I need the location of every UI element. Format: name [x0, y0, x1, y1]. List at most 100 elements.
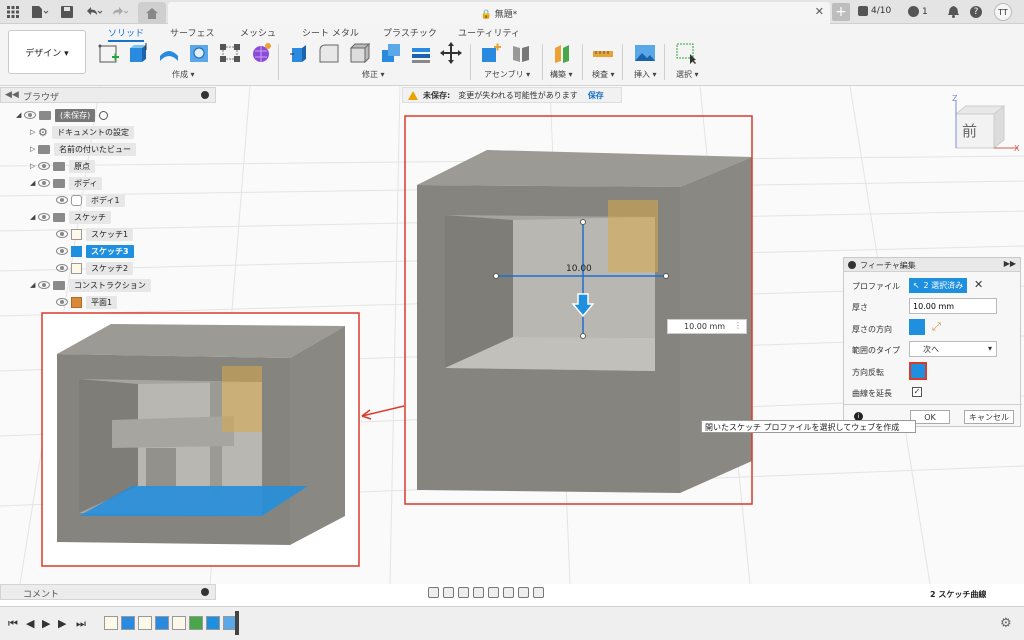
more-icon[interactable]: ⋮	[734, 321, 742, 330]
tree-item-bodies[interactable]: ◢ ボディ	[30, 176, 103, 190]
tab-sheet-metal[interactable]: シート メタル	[302, 26, 359, 39]
new-component-icon[interactable]	[480, 42, 502, 64]
flip-direction-button[interactable]	[909, 362, 927, 380]
create-form-icon[interactable]	[250, 42, 272, 64]
expand-icon[interactable]: ▷	[30, 145, 38, 153]
tree-item-named-views[interactable]: ▷ 名前の付いたビュー	[30, 142, 136, 156]
select-group-label[interactable]: 選択 ▾	[676, 69, 699, 80]
timeline-sketch-selected[interactable]	[206, 616, 220, 630]
create-sketch-icon[interactable]	[98, 42, 120, 64]
home-tab[interactable]	[138, 2, 166, 24]
bell-icon[interactable]	[948, 6, 959, 18]
expand-icon[interactable]: ◢	[30, 213, 38, 221]
save-icon[interactable]	[60, 3, 74, 21]
expand-icon[interactable]: ◢	[30, 179, 38, 187]
shell-icon[interactable]	[348, 42, 370, 64]
file-menu-icon[interactable]	[30, 3, 50, 21]
collapse-icon[interactable]	[848, 261, 856, 269]
visibility-icon[interactable]	[56, 230, 68, 238]
direction-one-side-icon[interactable]: ⤢	[932, 320, 941, 334]
revolve-icon[interactable]	[158, 42, 180, 64]
document-tab[interactable]: 🔒 無題* ✕	[168, 2, 830, 24]
tree-item-plane1[interactable]: 平面1	[56, 295, 118, 309]
expand-icon[interactable]: ▷	[30, 128, 38, 136]
dialog-header[interactable]: フィーチャ編集 ▶▶	[844, 258, 1020, 272]
visibility-icon[interactable]	[56, 298, 68, 306]
timeline-extrude[interactable]	[155, 616, 169, 630]
new-tab-button[interactable]: +	[832, 3, 850, 21]
tree-item-sketch1[interactable]: スケッチ1	[56, 227, 134, 241]
select-icon[interactable]	[676, 42, 698, 64]
notifications[interactable]: 1	[908, 6, 928, 17]
expand-dialog-icon[interactable]: ▶▶	[1004, 259, 1016, 268]
tree-item-origin[interactable]: ▷ 原点	[30, 159, 95, 173]
activate-icon[interactable]	[99, 110, 109, 120]
go-to-start-icon[interactable]: ⏮	[8, 617, 18, 631]
tree-item-construction[interactable]: ◢ コンストラクション	[30, 278, 151, 292]
create-group-label[interactable]: 作成 ▾	[172, 69, 195, 80]
timeline-settings-icon[interactable]: ⚙	[1000, 616, 1012, 631]
tab-solid[interactable]: ソリッド	[108, 26, 145, 42]
timeline-sketch[interactable]	[104, 616, 118, 630]
dimension-input[interactable]: 10.00 mm ⋮	[667, 319, 747, 334]
browser-header[interactable]: ◀◀ ブラウザ	[0, 87, 216, 103]
combine-icon[interactable]	[380, 42, 402, 64]
tree-item-sketches[interactable]: ◢ スケッチ	[30, 210, 111, 224]
visibility-icon[interactable]	[24, 111, 36, 119]
visibility-icon[interactable]	[38, 213, 50, 221]
split-body-icon[interactable]	[410, 42, 432, 64]
assemble-group-label[interactable]: アセンブリ ▾	[484, 69, 530, 80]
grid-settings-icon[interactable]	[518, 586, 529, 598]
ok-button[interactable]: OK	[910, 410, 950, 424]
look-at-icon[interactable]	[443, 586, 454, 598]
expand-icon[interactable]: ▷	[30, 162, 38, 170]
extrude-icon[interactable]	[127, 42, 149, 64]
viewcube-front-label[interactable]: 前	[962, 120, 977, 141]
pattern-icon[interactable]	[219, 42, 241, 64]
insert-group-label[interactable]: 挿入 ▾	[634, 69, 657, 80]
tab-surface[interactable]: サーフェス	[170, 26, 214, 39]
tab-mesh[interactable]: メッシュ	[240, 26, 276, 39]
cancel-button[interactable]: キャンセル	[964, 410, 1014, 424]
visibility-icon[interactable]	[38, 179, 50, 187]
dimension-label[interactable]: 10.00	[566, 264, 592, 274]
visibility-icon[interactable]	[56, 264, 68, 272]
workspace-switcher[interactable]: デザイン ▾	[8, 30, 86, 74]
hole-icon[interactable]	[188, 42, 210, 64]
browser-toggle-icon[interactable]	[201, 91, 209, 99]
play-icon[interactable]: ▶	[42, 617, 50, 630]
go-to-end-icon[interactable]: ⏭	[76, 617, 86, 631]
tree-item-sketch3[interactable]: スケッチ3	[56, 244, 134, 258]
app-grid-icon[interactable]	[6, 3, 20, 21]
construct-group-label[interactable]: 構築 ▾	[550, 69, 573, 80]
expand-icon[interactable]: ◢	[16, 111, 24, 119]
tab-plastic[interactable]: プラスチック	[383, 26, 437, 39]
timeline-sketch[interactable]	[138, 616, 152, 630]
job-status[interactable]: 4/10	[858, 6, 891, 16]
zoom-window-icon[interactable]	[488, 586, 499, 598]
expand-icon[interactable]: ◢	[30, 281, 38, 289]
thickness-input[interactable]	[909, 298, 997, 314]
redo-icon[interactable]	[110, 3, 130, 21]
tree-item-sketch2[interactable]: スケッチ2	[56, 261, 134, 275]
tree-item-body1[interactable]: ボディ1	[56, 193, 125, 207]
offset-plane-icon[interactable]	[552, 42, 574, 64]
modify-group-label[interactable]: 修正 ▾	[362, 69, 385, 80]
insert-image-icon[interactable]	[634, 42, 656, 64]
move-icon[interactable]	[440, 42, 462, 64]
visibility-icon[interactable]	[56, 247, 68, 255]
timeline-plane[interactable]	[189, 616, 203, 630]
save-link[interactable]: 保存	[588, 90, 604, 101]
comments-panel[interactable]: コメント	[0, 584, 216, 600]
joint-icon[interactable]	[510, 42, 532, 64]
extend-curves-checkbox[interactable]: ✓	[912, 387, 922, 397]
close-tab-icon[interactable]: ✕	[815, 5, 824, 18]
zoom-icon[interactable]	[473, 586, 484, 598]
visibility-icon[interactable]	[38, 281, 50, 289]
display-settings-icon[interactable]	[503, 586, 514, 598]
undo-icon[interactable]	[84, 3, 104, 21]
tab-utility[interactable]: ユーティリティ	[458, 26, 520, 39]
help-icon[interactable]: ?	[970, 6, 982, 18]
visibility-icon[interactable]	[38, 162, 50, 170]
avatar[interactable]: TT	[994, 3, 1012, 21]
